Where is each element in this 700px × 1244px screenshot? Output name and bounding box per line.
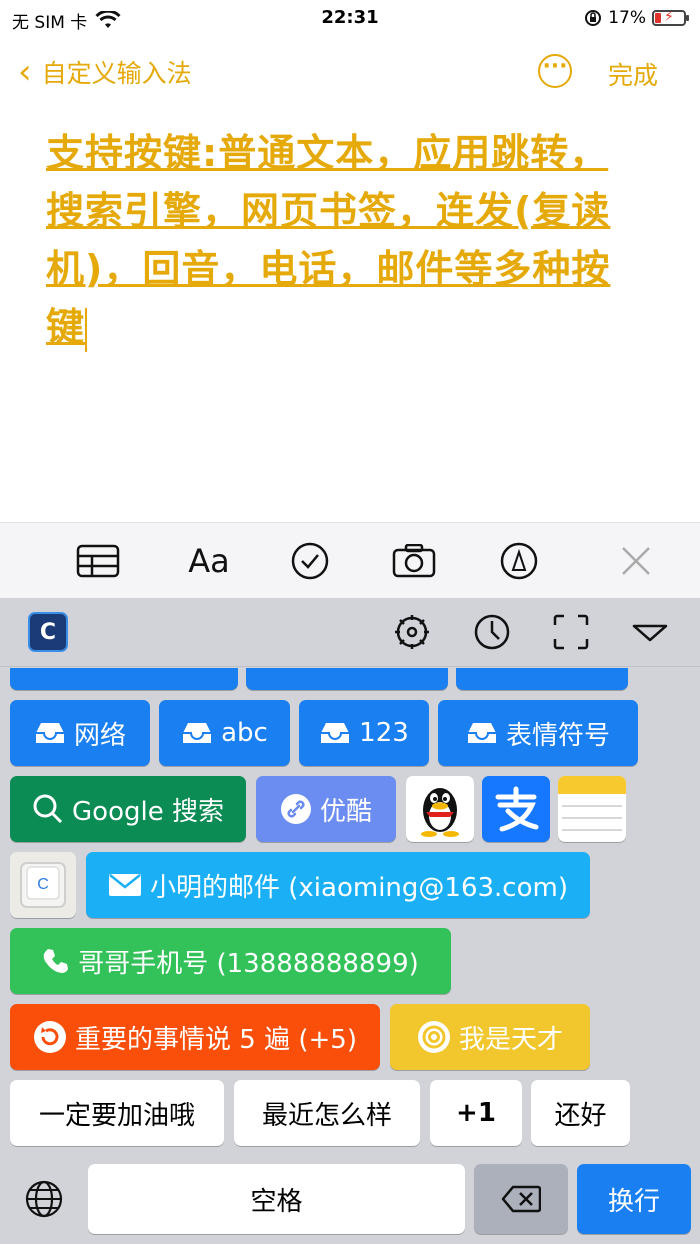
search-icon — [33, 794, 63, 824]
email-key[interactable]: 小明的邮件 (xiaoming@163.com) — [86, 852, 590, 918]
more-button[interactable]: ··· — [538, 54, 572, 88]
hidden-key[interactable] — [10, 668, 238, 690]
app-settings-key[interactable]: C — [10, 852, 76, 918]
notes-app-key[interactable] — [558, 776, 626, 842]
space-key[interactable]: 空格 — [88, 1164, 465, 1234]
delete-key[interactable] — [474, 1164, 568, 1234]
back-label: 自定义输入法 — [41, 59, 192, 88]
text-key[interactable]: 还好 — [531, 1080, 630, 1146]
status-right: 17% ⚡ — [584, 8, 689, 28]
key-label: 小明的邮件 (xiaoming@163.com) — [150, 872, 568, 903]
tray-icon — [35, 723, 64, 743]
key-label: 我是天才 — [458, 1024, 563, 1055]
chevron-left-icon: ‹ — [18, 52, 32, 92]
echo-key[interactable]: 我是天才 — [390, 1004, 590, 1070]
camera-icon[interactable] — [392, 541, 436, 581]
qq-penguin-icon — [421, 788, 459, 837]
gear-icon[interactable] — [392, 612, 432, 652]
category-123-key[interactable]: 123 — [299, 700, 429, 766]
app-logo[interactable]: C — [28, 612, 68, 652]
checklist-icon[interactable] — [288, 541, 332, 581]
key-label: 网络 — [73, 720, 126, 751]
status-bar: 无 SIM 卡 22:31 17% ⚡ — [0, 0, 700, 38]
repeat-icon — [34, 1021, 67, 1053]
hidden-key[interactable] — [456, 668, 628, 690]
keyboard-toolbar: C — [0, 598, 700, 667]
key-label: 表情符号 — [505, 720, 610, 751]
note-body[interactable]: 支持按键:普通文本，应用跳转，搜索引擎，网页书签，连发(复读机)，回音，电话，邮… — [46, 124, 646, 356]
google-search-key[interactable]: Google 搜索 — [10, 776, 246, 842]
key-label: 123 — [359, 718, 409, 748]
phone-key[interactable]: 哥哥手机号 (13888888899) — [10, 928, 451, 994]
battery-icon: ⚡ — [652, 9, 689, 26]
done-button[interactable]: 完成 — [608, 56, 658, 92]
key-label: 哥哥手机号 (13888888899) — [78, 948, 419, 979]
link-icon — [280, 794, 311, 824]
text-format-button[interactable]: Aa — [184, 541, 234, 581]
repeat-key[interactable]: 重要的事情说 5 遍 (+5) — [10, 1004, 380, 1070]
tray-icon — [321, 723, 350, 743]
mail-icon — [109, 874, 142, 896]
svg-text:C: C — [37, 876, 49, 893]
key-label: abc — [221, 718, 268, 748]
close-icon[interactable] — [614, 541, 658, 581]
history-icon[interactable] — [472, 612, 512, 652]
echo-icon — [417, 1021, 450, 1053]
keyboard — [0, 598, 700, 1244]
keycap-c-icon: C — [20, 862, 66, 908]
alipay-app-key[interactable] — [482, 776, 550, 842]
hidden-key[interactable] — [246, 668, 448, 690]
globe-icon[interactable] — [14, 1166, 74, 1232]
delete-icon — [501, 1185, 541, 1213]
tray-icon — [183, 723, 212, 743]
note-text: 支持按键:普通文本，应用跳转，搜索引擎，网页书签，连发(复读机)，回音，电话，邮… — [46, 131, 611, 349]
text-key[interactable]: 最近怎么样 — [234, 1080, 420, 1146]
tray-icon — [467, 723, 496, 743]
alipay-icon — [495, 786, 539, 832]
markup-icon[interactable] — [497, 541, 541, 581]
key-label: Google 搜索 — [72, 796, 224, 827]
youku-key[interactable]: 优酷 — [256, 776, 396, 842]
back-button[interactable]: ‹ 自定义输入法 — [18, 54, 192, 90]
collapse-keyboard-icon[interactable] — [630, 612, 670, 652]
table-icon[interactable] — [76, 541, 120, 581]
format-toolbar: Aa — [0, 522, 700, 599]
text-key[interactable]: +1 — [430, 1080, 522, 1146]
phone-icon — [43, 949, 69, 973]
qq-app-key[interactable] — [406, 776, 474, 842]
text-key[interactable]: 一定要加油哦 — [10, 1080, 224, 1146]
category-network-key[interactable]: 网络 — [10, 700, 150, 766]
return-key[interactable]: 换行 — [577, 1164, 691, 1234]
category-emoji-key[interactable]: 表情符号 — [438, 700, 638, 766]
text-cursor — [85, 307, 88, 352]
category-abc-key[interactable]: abc — [159, 700, 290, 766]
fullscreen-icon[interactable] — [551, 612, 591, 652]
key-label: 优酷 — [319, 796, 372, 827]
battery-percent: 17% — [608, 8, 646, 28]
rotation-lock-icon — [585, 10, 602, 26]
notes-icon — [558, 776, 626, 831]
key-label: 重要的事情说 5 遍 (+5) — [75, 1024, 357, 1055]
